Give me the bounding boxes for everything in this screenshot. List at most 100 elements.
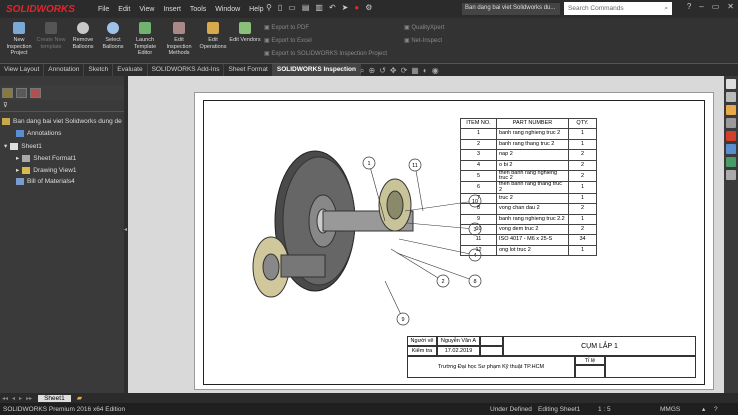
collapse-arrow-icon[interactable]: ◂ <box>124 226 127 233</box>
tab-view-layout[interactable]: View Layout <box>0 64 45 76</box>
search-icon[interactable]: ⌕ <box>664 5 668 13</box>
export-to-inspection-project-button[interactable]: ▣ Export to SOLIDWORKS Inspection Projec… <box>264 50 387 57</box>
bom-row[interactable]: 3 nap 22 <box>460 149 597 161</box>
previous-view-icon[interactable]: ↺ <box>379 66 386 76</box>
edit-operations-button[interactable]: Edit Operations <box>196 20 230 50</box>
bom-row[interactable]: 10 vong dem truc 22 <box>460 223 597 236</box>
edit-vendors-button[interactable]: Edit Vendors <box>228 20 262 44</box>
menu-file[interactable]: File <box>98 6 109 13</box>
pan-icon[interactable]: ✥ <box>390 66 397 76</box>
tree-root[interactable]: Ban dang bai viet Solidworks dung de <box>2 118 122 125</box>
section-view-icon[interactable]: ▦ <box>411 66 419 76</box>
balloon[interactable]: 11 <box>408 158 424 212</box>
nav-prev-icon[interactable]: ◂ <box>10 395 17 402</box>
undo-icon[interactable]: ↶ <box>329 3 336 12</box>
bom-row[interactable]: 9 banh rang nghieng truc 2.2 1 <box>460 213 597 225</box>
bill-of-materials-table[interactable]: ITEM NO. PART NUMBER QTY. 1 banh rang ngh… <box>460 117 597 257</box>
appearances-icon[interactable] <box>726 131 736 141</box>
filter-bar[interactable]: ⊽ <box>0 101 124 112</box>
close-icon[interactable]: ✕ <box>727 2 734 11</box>
zoom-to-fit-icon[interactable]: ⌕ <box>360 66 364 76</box>
select-icon[interactable]: ➤ <box>342 3 349 12</box>
tab-solidworks-inspection[interactable]: SOLIDWORKS Inspection <box>272 64 361 76</box>
chevron-right-icon[interactable]: ▸ <box>16 154 19 162</box>
restore-icon[interactable]: ▭ <box>712 2 720 11</box>
bom-row[interactable]: 12 ong lot truc 21 <box>460 244 597 257</box>
remove-balloons-button[interactable]: Remove Balloons <box>66 20 100 50</box>
nav-last-icon[interactable]: ▸▸ <box>24 395 34 402</box>
tree-item-bill-of-materials4[interactable]: Bill of Materials4 <box>16 178 75 185</box>
save-icon[interactable]: ▤ <box>302 3 310 12</box>
tab-sketch[interactable]: Sketch <box>84 64 114 76</box>
tab-annotation[interactable]: Annotation <box>44 64 85 76</box>
feature-tree-icon[interactable] <box>2 88 13 98</box>
balloon[interactable]: 2 <box>390 248 450 288</box>
tab-evaluate[interactable]: Evaluate <box>113 64 148 76</box>
bom-row[interactable]: 11 ISO 4017 - M6 x 25-S 34 <box>460 234 597 246</box>
bom-row[interactable]: 4o bi 22 <box>460 159 597 171</box>
bom-row[interactable]: 5 then banh rang nghieng truc 22 <box>460 169 597 183</box>
help-icon-status[interactable]: ? <box>714 406 718 413</box>
tab-solidworks-add-ins[interactable]: SOLIDWORKS Add-Ins <box>148 64 225 76</box>
create-new-template-button[interactable]: Create New template <box>34 20 68 50</box>
scale-status[interactable]: 1 : 5 <box>598 406 611 413</box>
menu-window[interactable]: Window <box>215 6 240 13</box>
chevron-down-icon[interactable]: ▾ <box>4 142 7 150</box>
menu-view[interactable]: View <box>139 6 154 13</box>
chevron-right-icon[interactable]: ▸ <box>16 166 19 174</box>
bom-row[interactable]: 7 truc 21 <box>460 192 597 205</box>
units-chevron-icon[interactable]: ▴ <box>702 405 705 413</box>
design-library-icon[interactable] <box>726 118 736 128</box>
tree-item-drawing-view1[interactable]: ▸ Drawing View1 <box>16 166 77 174</box>
net-inspect-button[interactable]: ▣ Net-Inspect <box>404 37 442 44</box>
rotate-icon[interactable]: ⟳ <box>401 66 408 76</box>
bom-row[interactable]: 1 banh rang nghieng truc 21 <box>460 128 597 140</box>
balloon[interactable]: 1 <box>362 156 386 222</box>
drawing-sheet[interactable]: 1 11 10 3 4 2 8 9 ITEM NO. PART NUMBER QTY. 1 ba… <box>194 92 714 390</box>
search-commands-input[interactable]: Search Commands ⌕ <box>564 2 672 15</box>
minimize-icon[interactable]: – <box>699 2 703 11</box>
options-icon[interactable]: ⚙ <box>365 3 372 12</box>
display-manager-icon[interactable] <box>30 88 41 98</box>
print-icon[interactable]: ▥ <box>315 3 323 12</box>
hide-show-icon[interactable]: ◉ <box>432 66 439 76</box>
menu-insert[interactable]: Insert <box>163 6 181 13</box>
edit-inspection-methods-button[interactable]: Edit Inspection Methods <box>162 20 196 57</box>
tree-item-sheet-format1[interactable]: ▸ Sheet Format1 <box>16 154 76 162</box>
tree-item-annotations[interactable]: Annotations <box>16 130 61 137</box>
export-to-excel-button[interactable]: ▣ Export to Excel <box>264 37 312 44</box>
new-document-icon[interactable]: ▯ <box>278 3 282 12</box>
add-sheet-icon[interactable]: ▰ <box>71 394 88 402</box>
tree-item-sheet1[interactable]: ▾ Sheet1 <box>4 142 42 150</box>
units-status[interactable]: MMGS <box>660 406 680 413</box>
help-icon[interactable]: ? <box>687 2 691 11</box>
home-icon[interactable] <box>726 79 736 89</box>
file-explorer-icon[interactable] <box>726 105 736 115</box>
launch-template-editor-button[interactable]: Launch Template Editor <box>128 20 162 57</box>
nav-next-icon[interactable]: ▸ <box>17 395 24 402</box>
menu-help[interactable]: Help <box>249 6 263 13</box>
filter-icon[interactable]: ⊽ <box>0 102 8 109</box>
pin-icon[interactable]: ⚲ <box>266 3 272 12</box>
select-balloons-button[interactable]: Select Balloons <box>96 20 130 50</box>
new-inspection-project-button[interactable]: New Inspection Project <box>2 20 36 57</box>
bom-row[interactable]: 2 banh rang thang truc 21 <box>460 138 597 151</box>
nav-first-icon[interactable]: ◂◂ <box>0 395 10 402</box>
forum-icon[interactable] <box>726 170 736 180</box>
menu-tools[interactable]: Tools <box>190 6 206 13</box>
display-style-icon[interactable]: ◐ <box>423 66 428 76</box>
zoom-area-icon[interactable]: ⊕ <box>368 66 375 76</box>
view-palette-icon[interactable] <box>726 157 736 167</box>
bom-row[interactable]: 8 vong chan dau 22 <box>460 203 597 215</box>
export-to-pdf-button[interactable]: ▣ Export to PDF <box>264 24 309 31</box>
sheet-tab-sheet1[interactable]: Sheet1 <box>38 394 71 402</box>
resources-icon[interactable] <box>726 92 736 102</box>
balloon[interactable]: 9 <box>384 280 410 326</box>
custom-properties-icon[interactable] <box>726 144 736 154</box>
open-icon[interactable]: ▭ <box>288 3 296 12</box>
menu-edit[interactable]: Edit <box>118 6 130 13</box>
bom-row[interactable]: 6 then banh rang thang truc 21 <box>460 181 597 194</box>
property-manager-icon[interactable] <box>16 88 27 98</box>
rebuild-icon[interactable]: ● <box>354 3 359 12</box>
graphics-area[interactable]: 1 11 10 3 4 2 8 9 ITEM NO. PART NUMBER QTY. 1 ba… <box>128 76 724 393</box>
